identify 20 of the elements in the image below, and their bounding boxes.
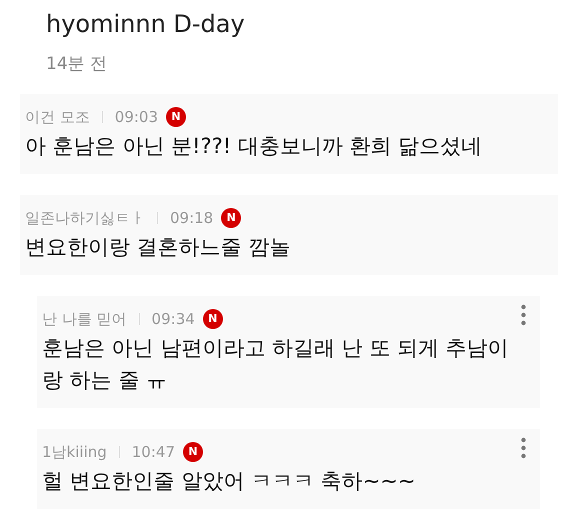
- comment-time: 10:47: [132, 442, 175, 463]
- post-time: 14분 전: [46, 53, 108, 76]
- more-icon[interactable]: [521, 304, 526, 326]
- comment-text: 아 훈남은 아닌 분!??! 대충보니까 환희 닮으셨네: [25, 133, 484, 160]
- comment-time: 09:18: [170, 208, 214, 229]
- more-icon[interactable]: [521, 437, 526, 459]
- new-badge: N: [221, 208, 242, 228]
- comment-time: 09:34: [152, 308, 195, 330]
- post-title: hyominnn D-day: [46, 9, 246, 40]
- comment-author[interactable]: 1남kiiing: [42, 440, 107, 464]
- comment-time: 09:03: [114, 106, 158, 128]
- new-badge: N: [166, 107, 186, 127]
- comment-text: 훈남은 아닌 남편이라고 하길래 난 또 되게 추남이랑 하는 줄 ㅠ: [42, 335, 510, 394]
- comment-author[interactable]: 난 나를 믿어: [42, 308, 127, 330]
- comment-author[interactable]: 일존나하기싫ㅌㅏ: [25, 206, 145, 230]
- new-badge: N: [202, 309, 223, 329]
- comment-text: 헐 변요한인줄 알았어 ㅋㅋㅋ 축하~~~: [42, 468, 416, 495]
- new-badge: N: [183, 442, 203, 462]
- comment-text: 변요한이랑 결혼하느줄 깜놀: [25, 234, 292, 261]
- comment-author[interactable]: 이건 모조: [25, 106, 90, 128]
